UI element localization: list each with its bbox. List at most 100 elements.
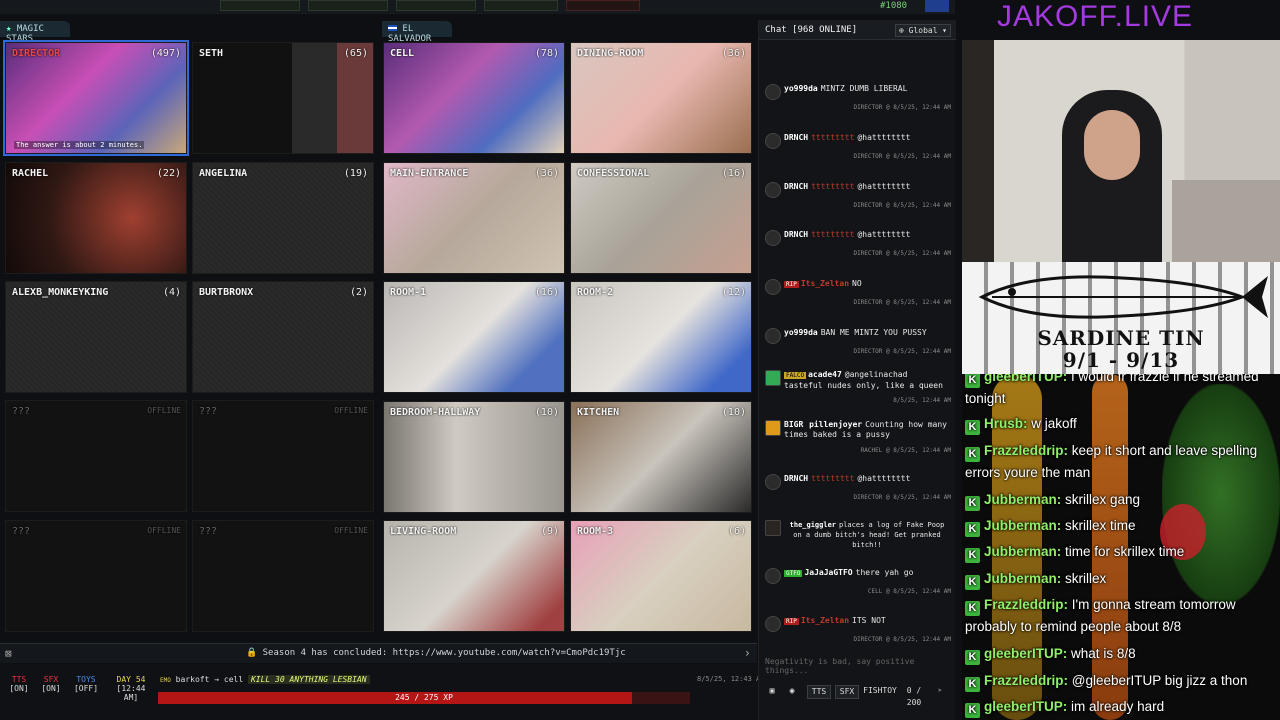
cam-angelina[interactable]: ANGELINA (19) xyxy=(192,162,374,274)
mic-icon[interactable]: ◉ xyxy=(785,685,799,699)
top-button-1[interactable] xyxy=(220,0,300,11)
avatar xyxy=(765,568,781,584)
cam-offline-2[interactable]: ??? OFFLINE xyxy=(192,400,374,512)
twitch-chat-line: K Frazzleddrip: @gleeberITUP big jizz a t… xyxy=(965,670,1277,692)
kick-icon: K xyxy=(965,575,980,590)
avatar xyxy=(765,182,781,198)
sardine-title: SARDINE TIN xyxy=(1037,326,1205,350)
cam-room-2[interactable]: ROOM-2 (12) xyxy=(570,281,752,393)
chevron-down-icon: ▾ xyxy=(942,26,947,35)
viewer-count: #1080 xyxy=(880,1,908,11)
top-button-3[interactable] xyxy=(396,0,476,11)
sfx-button[interactable]: SFX xyxy=(835,685,859,699)
cam-bedroom-hallway[interactable]: BEDROOM-HALLWAY (10) xyxy=(383,401,565,513)
redacted-text: ttttttttt xyxy=(811,182,855,191)
cam-burtbronx[interactable]: BURTBRONX (2) xyxy=(192,281,374,393)
tts-toggle[interactable]: TTS [ON] xyxy=(4,675,34,693)
cam-rachel[interactable]: RACHEL (22) xyxy=(5,162,187,274)
bed xyxy=(1172,180,1280,262)
twitch-chat-line: K Frazzleddrip: I'm gonna stream tomorrow… xyxy=(965,597,1236,634)
avatar xyxy=(765,133,781,149)
kick-icon: K xyxy=(965,650,980,665)
day-clock: DAY 54 [12:44 AM] xyxy=(116,675,146,702)
close-icon[interactable]: ⊠ xyxy=(5,647,12,660)
channel-select[interactable]: ⊕ Global ▾ xyxy=(895,24,951,37)
kick-icon: K xyxy=(965,601,980,616)
cam-caption: The answer is about 2 minutes. xyxy=(14,141,145,149)
flag-icon xyxy=(388,25,397,31)
twitch-chat-line: KgleeberITUP: im already hard xyxy=(965,696,1277,718)
image-icon[interactable]: ▣ xyxy=(765,685,779,699)
cam-kitchen[interactable]: KITCHEN (10) xyxy=(570,401,752,513)
cam-offline-4[interactable]: ??? OFFLINE xyxy=(192,520,374,632)
avatar xyxy=(765,84,781,100)
cam-seth[interactable]: SETH (65) xyxy=(192,42,374,154)
globe-icon: ⊕ xyxy=(899,26,904,35)
cam-director[interactable]: DIRECTOR (497) The answer is about 2 min… xyxy=(3,40,189,156)
star-icon: ★ xyxy=(6,24,12,34)
xp-text: 245 / 275 XP xyxy=(395,693,453,702)
webcam-feed xyxy=(962,40,1280,262)
kick-icon: K xyxy=(965,374,980,388)
toys-toggle[interactable]: TOYS [OFF] xyxy=(70,675,102,693)
chat-input[interactable]: Negativity is bad, say positive things..… xyxy=(759,653,956,675)
redacted-text: ttttttttt xyxy=(811,474,855,483)
cam-offline-1[interactable]: ??? OFFLINE xyxy=(5,400,187,512)
kick-icon: K xyxy=(965,420,980,435)
kick-icon: K xyxy=(965,677,980,692)
section-magic-stars[interactable]: ★ MAGIC STARS xyxy=(0,21,70,44)
chat-toolbar: ▣ ◉ TTS SFX FISHTOY 0 / 200 ➤ xyxy=(759,682,956,707)
announcement-bar: ⊠ 🔒 Season 4 has concluded: https://www.… xyxy=(0,643,757,663)
chat-panel: Chat [968 ONLINE] ⊕ Global ▾ yo999da MINT… xyxy=(758,20,956,720)
kick-icon: K xyxy=(965,703,980,718)
cam-cell[interactable]: CELL (78) xyxy=(383,42,565,154)
avatar xyxy=(765,420,781,436)
twitch-chat-line: K Frazzleddrip: keep it short and leave s… xyxy=(965,443,1258,480)
chevron-right-icon[interactable]: › xyxy=(744,646,751,660)
fishtoy-button[interactable]: FISHTOY xyxy=(863,685,897,699)
cam-alexb-monkeyking[interactable]: ALEXB_MONKEYKING (4) xyxy=(5,281,187,393)
send-icon[interactable]: ➤ xyxy=(933,685,947,699)
top-button-4[interactable] xyxy=(484,0,558,11)
top-button-2[interactable] xyxy=(308,0,388,11)
sfx-toggle[interactable]: SFX [ON] xyxy=(36,675,66,693)
top-toolbar: #1080 xyxy=(0,0,955,14)
twitch-chat-line: K Hrusb: w jakoff xyxy=(965,413,1277,435)
cam-room-1[interactable]: ROOM-1 (16) xyxy=(383,281,565,393)
avatar xyxy=(765,370,781,386)
lock-icon: 🔒 xyxy=(246,648,258,658)
announcement-text[interactable]: 🔒 Season 4 has concluded: https://www.yo… xyxy=(246,648,626,658)
top-button-5[interactable] xyxy=(566,0,640,11)
twitch-chat-line: K Jubberman: skrillex time xyxy=(965,515,1277,537)
kick-icon: K xyxy=(965,447,980,462)
kick-icon: K xyxy=(965,548,980,563)
tts-button[interactable]: TTS xyxy=(807,685,831,699)
kick-icon: K xyxy=(965,496,980,511)
chat-header: Chat [968 ONLINE] ⊕ Global ▾ xyxy=(759,20,956,40)
avatar xyxy=(765,230,781,246)
cam-offline-3[interactable]: ??? OFFLINE xyxy=(5,520,187,632)
cam-living-room[interactable]: LIVING-ROOM (9) xyxy=(383,520,565,632)
poop-icon xyxy=(765,520,781,536)
avatar xyxy=(765,328,781,344)
sardine-dates: 9/1 - 9/13 xyxy=(1062,348,1180,372)
cam-main-entrance[interactable]: MAIN-ENTRANCE (36) xyxy=(383,162,565,274)
streamer-face xyxy=(1084,110,1140,180)
brand-title: JAKOFF.LIVE xyxy=(997,0,1194,33)
char-count: 0 / 200 xyxy=(906,686,922,707)
top-avatar[interactable] xyxy=(925,0,949,12)
sardine-tin-banner: SARDINE TIN 9/1 - 9/13 xyxy=(962,262,1280,374)
kick-icon: K xyxy=(965,522,980,537)
cam-dining-room[interactable]: DINING-ROOM (36) xyxy=(570,42,752,154)
twitch-chat-line: K Jubberman: skrillex xyxy=(965,568,1277,590)
cam-confessional[interactable]: CONFESSIONAL (16) xyxy=(570,162,752,274)
section-el-salvador[interactable]: EL SALVADOR xyxy=(382,21,452,44)
last-command: EMO barkoft → cell KILL 30 ANYTHING LESB… xyxy=(160,675,690,687)
cam-room-3[interactable]: ROOM-3 (6) xyxy=(570,520,752,632)
twitch-chat-line: KgleeberITUP: I would fr frazzle if he s… xyxy=(965,374,1259,406)
twitch-chat-line: KgleeberITUP: what is 8/8 xyxy=(965,643,1277,665)
twitch-chat-overlay: KgleeberITUP: I would fr frazzle if he s… xyxy=(962,374,1280,720)
twitch-chat-line: K Jubberman: time for skrillex time xyxy=(965,541,1277,563)
chat-title: Chat [968 ONLINE] xyxy=(765,25,858,35)
redacted-text: ttttttttt xyxy=(811,133,855,142)
